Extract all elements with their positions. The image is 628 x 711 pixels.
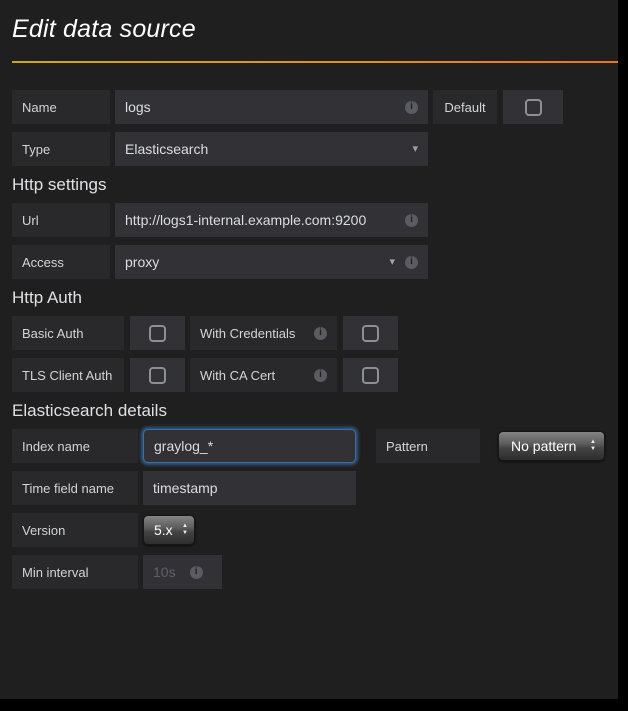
min-interval-placeholder: 10s bbox=[153, 564, 176, 580]
time-field-input-value: timestamp bbox=[153, 480, 218, 496]
access-select-value: proxy bbox=[125, 254, 160, 270]
name-row: Name logs i Default bbox=[12, 90, 618, 124]
with-credentials-checkbox[interactable] bbox=[362, 324, 379, 342]
pattern-select-value: No pattern bbox=[511, 438, 577, 454]
basic-auth-label: Basic Auth bbox=[12, 316, 124, 350]
access-select[interactable]: proxy ▾ i bbox=[115, 245, 428, 279]
with-credentials-checkbox-box[interactable] bbox=[343, 316, 398, 350]
info-icon[interactable]: i bbox=[405, 100, 418, 114]
with-ca-cert-label: With CA Cert i bbox=[190, 358, 337, 392]
index-name-input[interactable]: graylog_* bbox=[143, 429, 356, 463]
url-row: Url http://logs1-internal.example.com:92… bbox=[12, 203, 618, 237]
name-input-value: logs bbox=[125, 99, 151, 115]
type-select-value: Elasticsearch bbox=[125, 141, 209, 157]
info-icon[interactable]: i bbox=[405, 213, 418, 227]
type-row: Type Elasticsearch ▾ bbox=[12, 132, 618, 166]
info-icon[interactable]: i bbox=[314, 326, 327, 340]
time-field-input[interactable]: timestamp bbox=[143, 471, 356, 505]
basic-auth-row: Basic Auth With Credentials i bbox=[12, 316, 618, 350]
with-credentials-label: With Credentials i bbox=[190, 316, 337, 350]
es-details-form: Index name graylog_* Pattern No pattern … bbox=[12, 429, 618, 589]
name-input[interactable]: logs i bbox=[115, 90, 428, 124]
basic-auth-checkbox-box[interactable] bbox=[130, 316, 185, 350]
info-icon[interactable]: i bbox=[314, 368, 327, 382]
with-credentials-label-text: With Credentials bbox=[200, 325, 296, 341]
arrow-up-icon: ▲ bbox=[590, 439, 596, 446]
with-ca-cert-checkbox-box[interactable] bbox=[343, 358, 398, 392]
with-ca-cert-label-text: With CA Cert bbox=[200, 367, 276, 383]
version-select[interactable]: 5.x ▲ ▼ bbox=[143, 515, 195, 545]
url-input-value: http://logs1-internal.example.com:9200 bbox=[125, 212, 367, 228]
top-form: Name logs i Default Type Elasticsearch ▾ bbox=[12, 90, 618, 166]
brand-divider bbox=[12, 61, 618, 63]
es-details-heading: Elasticsearch details bbox=[12, 401, 167, 420]
access-row: Access proxy ▾ i bbox=[12, 245, 618, 279]
pattern-label: Pattern bbox=[376, 429, 480, 463]
edit-data-source-page: Edit data source Name logs i Default Typ… bbox=[0, 0, 618, 699]
tls-client-auth-checkbox-box[interactable] bbox=[130, 358, 185, 392]
chevron-down-icon: ▾ bbox=[412, 142, 418, 155]
http-settings-form: Url http://logs1-internal.example.com:92… bbox=[12, 203, 618, 279]
with-ca-cert-checkbox[interactable] bbox=[362, 366, 379, 384]
tls-client-auth-label: TLS Client Auth bbox=[12, 358, 124, 392]
info-icon[interactable]: i bbox=[405, 255, 418, 269]
basic-auth-checkbox[interactable] bbox=[149, 324, 166, 342]
default-checkbox-box[interactable] bbox=[503, 90, 563, 124]
version-row: Version 5.x ▲ ▼ bbox=[12, 513, 618, 547]
index-name-row: Index name graylog_* Pattern No pattern … bbox=[12, 429, 618, 463]
http-auth-heading: Http Auth bbox=[12, 288, 82, 307]
url-input[interactable]: http://logs1-internal.example.com:9200 i bbox=[115, 203, 428, 237]
default-label: Default bbox=[433, 90, 497, 124]
arrow-up-icon: ▲ bbox=[182, 523, 188, 530]
time-field-label: Time field name bbox=[12, 471, 138, 505]
type-select[interactable]: Elasticsearch ▾ bbox=[115, 132, 428, 166]
access-label: Access bbox=[12, 245, 110, 279]
index-name-label: Index name bbox=[12, 429, 138, 463]
info-icon[interactable]: i bbox=[189, 565, 203, 579]
time-field-row: Time field name timestamp bbox=[12, 471, 618, 505]
type-label: Type bbox=[12, 132, 110, 166]
tls-client-auth-row: TLS Client Auth With CA Cert i bbox=[12, 358, 618, 392]
version-label: Version bbox=[12, 513, 138, 547]
default-checkbox[interactable] bbox=[524, 98, 542, 116]
min-interval-label: Min interval bbox=[12, 555, 138, 589]
tls-client-auth-checkbox[interactable] bbox=[149, 366, 166, 384]
http-settings-heading: Http settings bbox=[12, 175, 107, 194]
name-label: Name bbox=[12, 90, 110, 124]
updown-arrows-icon: ▲ ▼ bbox=[174, 523, 188, 536]
pattern-select[interactable]: No pattern ▲ ▼ bbox=[498, 431, 605, 461]
url-label: Url bbox=[12, 203, 110, 237]
chevron-down-icon: ▾ bbox=[389, 255, 395, 268]
version-select-value: 5.x bbox=[154, 522, 173, 538]
page-title: Edit data source bbox=[12, 15, 196, 43]
http-auth-form: Basic Auth With Credentials i TLS Client… bbox=[12, 316, 618, 392]
arrow-down-icon: ▼ bbox=[182, 530, 188, 536]
index-name-input-value: graylog_* bbox=[154, 438, 214, 454]
arrow-down-icon: ▼ bbox=[590, 446, 596, 452]
updown-arrows-icon: ▲ ▼ bbox=[582, 439, 596, 452]
min-interval-row: Min interval 10s i bbox=[12, 555, 618, 589]
min-interval-input[interactable]: 10s i bbox=[143, 555, 222, 589]
